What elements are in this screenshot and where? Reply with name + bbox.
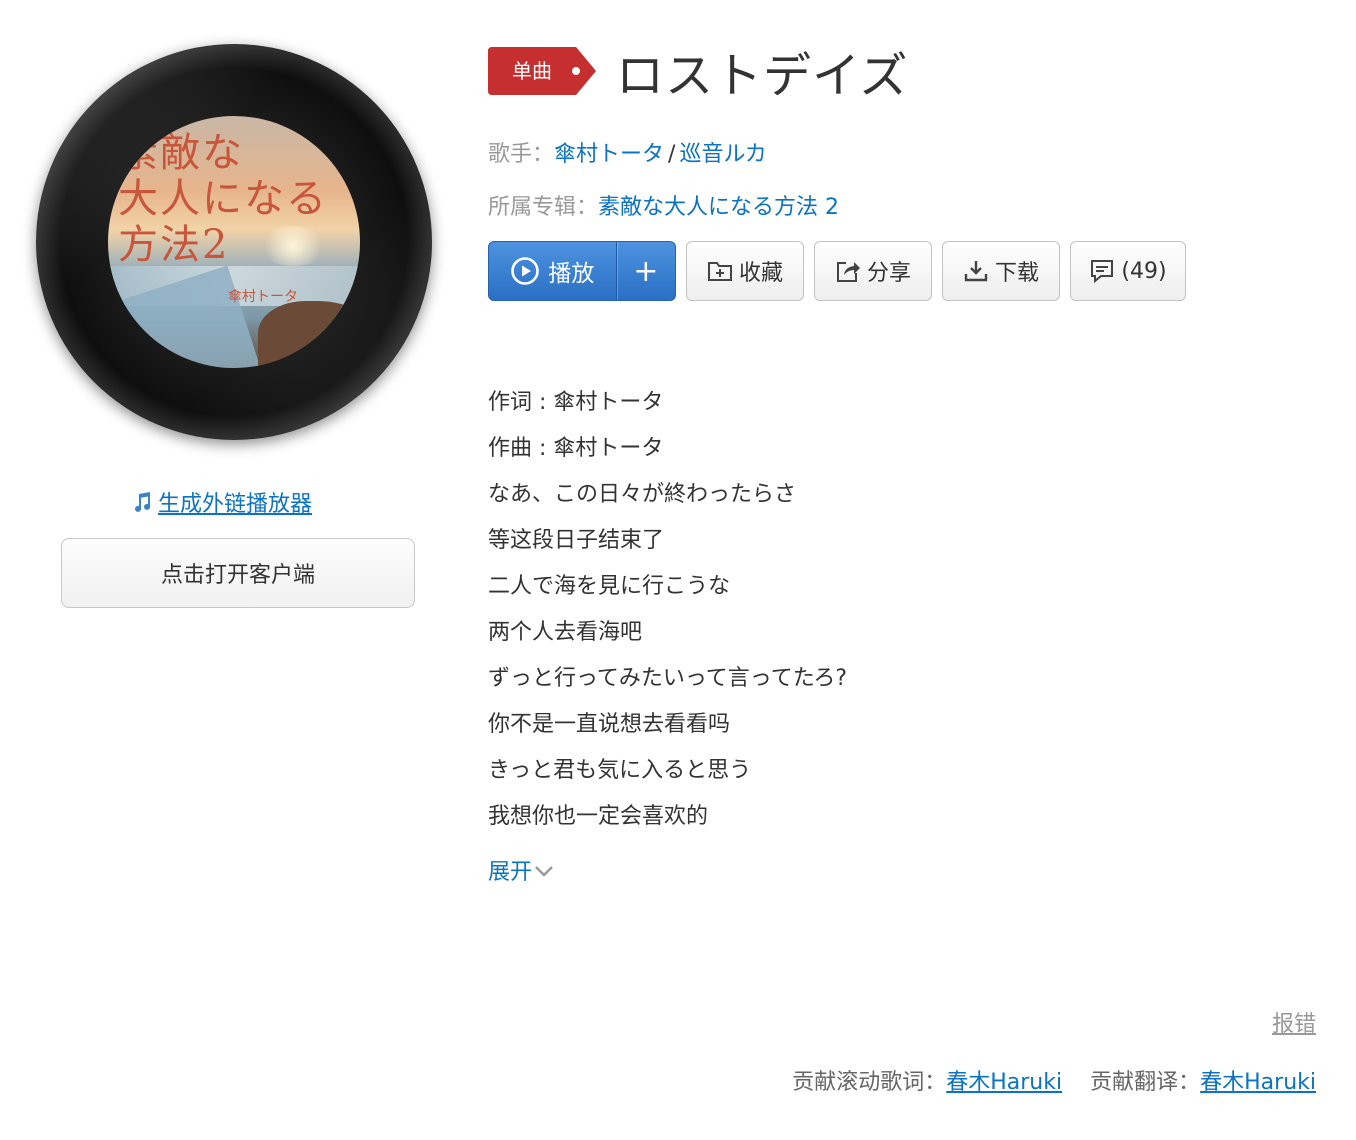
download-button[interactable]: 下载 xyxy=(942,241,1060,301)
collect-label: 收藏 xyxy=(738,261,783,286)
comment-count: (49) xyxy=(1121,258,1167,284)
share-label: 分享 xyxy=(866,261,911,286)
lyric-line: 作词 : 傘村トータ xyxy=(488,390,664,415)
translation-contributor-link[interactable]: 春木Haruki xyxy=(1200,1064,1316,1096)
action-buttons: 播放 + 收藏 分享 下载 (49) xyxy=(488,241,1186,301)
external-player-label: 生成外链播放器 xyxy=(158,492,313,517)
download-icon xyxy=(964,261,988,282)
report-error-link[interactable]: 报错 xyxy=(1272,1006,1316,1038)
lyric-line: 作曲 : 傘村トータ xyxy=(488,436,664,461)
expand-label: 展开 xyxy=(488,860,533,885)
play-button-group: 播放 + xyxy=(488,241,676,301)
album-label: 所属专辑： xyxy=(488,195,599,220)
artist-label: 歌手： xyxy=(488,142,555,167)
chevron-down-icon xyxy=(535,866,553,877)
artist-separator: / xyxy=(668,142,676,167)
single-tag: 单曲 xyxy=(488,47,596,95)
lyric-line: 二人で海を見に行こうな xyxy=(488,574,731,599)
lyric-line: 两个人去看海吧 xyxy=(488,620,643,645)
art-signature: 傘村トータ xyxy=(228,289,298,305)
lyric-line: きっと君も気に入ると思う xyxy=(488,758,752,783)
song-header: 单曲 ロストデイズ xyxy=(488,40,909,104)
share-icon xyxy=(836,262,860,282)
album-row: 所属专辑：素敵な大人になる方法 2 xyxy=(488,189,839,221)
art-title-line: 素敵な xyxy=(118,130,244,176)
download-label: 下载 xyxy=(994,261,1039,286)
album-cover[interactable]: 素敵な 大人になる 方法2 傘村トータ xyxy=(32,40,438,446)
scroll-lyrics-label: 贡献滚动歌词： xyxy=(792,1070,947,1095)
share-button[interactable]: 分享 xyxy=(814,241,932,301)
lyric-line: 等这段日子结束了 xyxy=(488,528,665,553)
art-title-line: 方法2 xyxy=(118,222,230,268)
art-rock xyxy=(258,301,360,368)
music-note-icon xyxy=(135,492,151,512)
lyric-line: ずっと行ってみたいって言ってたろ? xyxy=(488,666,848,691)
album-art: 素敵な 大人になる 方法2 傘村トータ xyxy=(108,116,360,368)
play-label: 播放 xyxy=(548,261,595,287)
folder-add-icon xyxy=(707,262,732,281)
play-button[interactable]: 播放 xyxy=(489,242,616,300)
tag-label: 单曲 xyxy=(512,59,552,83)
album-link[interactable]: 素敵な大人になる方法 2 xyxy=(598,195,839,220)
lyrics: 作词 : 傘村トータ 作曲 : 傘村トータ なあ、この日々が終わったらさ 等这段… xyxy=(488,380,847,840)
scroll-lyrics-contributor-link[interactable]: 春木Haruki xyxy=(946,1064,1062,1096)
lyric-line: なあ、この日々が終わったらさ xyxy=(488,482,797,507)
open-client-button[interactable]: 点击打开客户端 xyxy=(61,538,415,608)
generate-external-player-link[interactable]: 生成外链播放器 xyxy=(130,486,312,518)
comment-icon xyxy=(1091,260,1114,284)
art-title-line: 大人になる xyxy=(118,176,328,222)
lyric-line: 你不是一直说想去看看吗 xyxy=(488,712,731,737)
lyric-line: 我想你也一定会喜欢的 xyxy=(488,804,709,829)
expand-lyrics-button[interactable]: 展开 xyxy=(488,854,556,886)
translation-label: 贡献翻译： xyxy=(1090,1070,1201,1095)
collect-button[interactable]: 收藏 xyxy=(686,241,804,301)
artist-link[interactable]: 巡音ルカ xyxy=(679,142,766,167)
artist-link[interactable]: 傘村トータ xyxy=(554,142,664,167)
artist-row: 歌手：傘村トータ / 巡音ルカ xyxy=(488,136,767,168)
contributors: 贡献滚动歌词： 春木Haruki 贡献翻译： 春木Haruki xyxy=(792,1064,1316,1096)
song-title: ロストデイズ xyxy=(616,48,909,104)
play-icon xyxy=(511,257,540,285)
art-title: 素敵な 大人になる 方法2 xyxy=(118,130,358,268)
add-to-playlist-button[interactable]: + xyxy=(615,242,675,300)
comments-button[interactable]: (49) xyxy=(1070,241,1186,301)
